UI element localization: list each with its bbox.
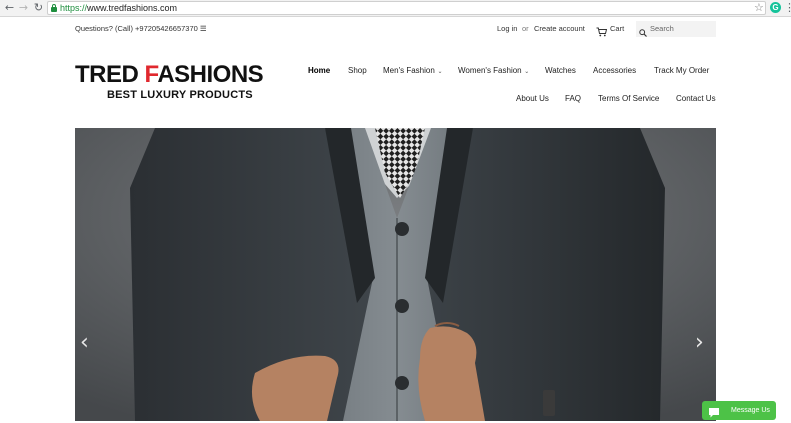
chevron-down-icon: ⌄ [435,69,443,75]
nav-contact-us[interactable]: Contact Us [676,94,716,104]
or-separator: or [522,24,529,33]
contact-phone-text: Questions? (Call) +97205426657370 ☰ [75,24,207,33]
nav-faq[interactable]: FAQ [565,94,581,104]
bookmark-star-icon[interactable]: ☆ [754,1,764,15]
nav-home[interactable]: Home [308,66,330,76]
address-text: https://www.tredfashions.com [60,2,177,14]
chevron-down-icon: ⌄ [522,69,530,75]
url-scheme: https:// [60,3,88,13]
logo-tagline: BEST LUXURY PRODUCTS [107,89,253,101]
chat-bubble-icon [708,405,720,418]
login-link[interactable]: Log in [497,24,517,34]
message-us-button[interactable]: Message Us [702,401,776,420]
search-icon [639,24,647,37]
nav-terms-of-service[interactable]: Terms Of Service [598,94,659,104]
slider-next-button[interactable]: › [695,332,704,354]
cart-link[interactable]: Cart [610,24,624,34]
search-placeholder: Search [650,24,674,33]
logo-part-tred: TRED [75,61,145,88]
nav-mens-fashion-label: Men's Fashion [383,66,435,75]
nav-track-my-order[interactable]: Track My Order [654,66,709,76]
url-host: www.tredfashions.com [87,3,178,13]
search-input[interactable]: Search [636,21,716,37]
nav-watches[interactable]: Watches [545,66,576,76]
nav-womens-fashion-label: Women's Fashion [458,66,522,75]
hero-slider-image [75,128,716,421]
nav-mens-fashion[interactable]: Men's Fashion ⌄ [383,66,442,77]
nav-shop[interactable]: Shop [348,66,367,76]
message-us-label: Message Us [731,407,770,414]
site-logo[interactable]: TRED FASHIONS BEST LUXURY PRODUCTS [75,62,280,104]
nav-womens-fashion[interactable]: Women's Fashion ⌄ [458,66,529,77]
address-bar[interactable]: https://www.tredfashions.com [47,1,766,15]
reload-icon[interactable]: ↻ [32,1,45,15]
browser-menu-icon[interactable]: ⋮ [784,1,791,15]
cart-icon[interactable] [596,24,608,37]
nav-accessories[interactable]: Accessories [593,66,636,76]
nav-about-us[interactable]: About Us [516,94,549,104]
browser-toolbar: ← → ↻ https://www.tredfashions.com ☆ G ⋮ [0,0,791,17]
back-arrow-icon[interactable]: ← [3,1,16,15]
forward-arrow-icon[interactable]: → [17,1,30,15]
lock-icon [51,4,57,12]
logo-wordmark: TRED FASHIONS [75,61,264,88]
grammarly-extension-icon[interactable]: G [770,2,781,13]
slider-prev-button[interactable]: ‹ [80,332,89,354]
create-account-link[interactable]: Create account [534,24,585,34]
logo-part-fashions: FASHIONS [144,61,264,88]
